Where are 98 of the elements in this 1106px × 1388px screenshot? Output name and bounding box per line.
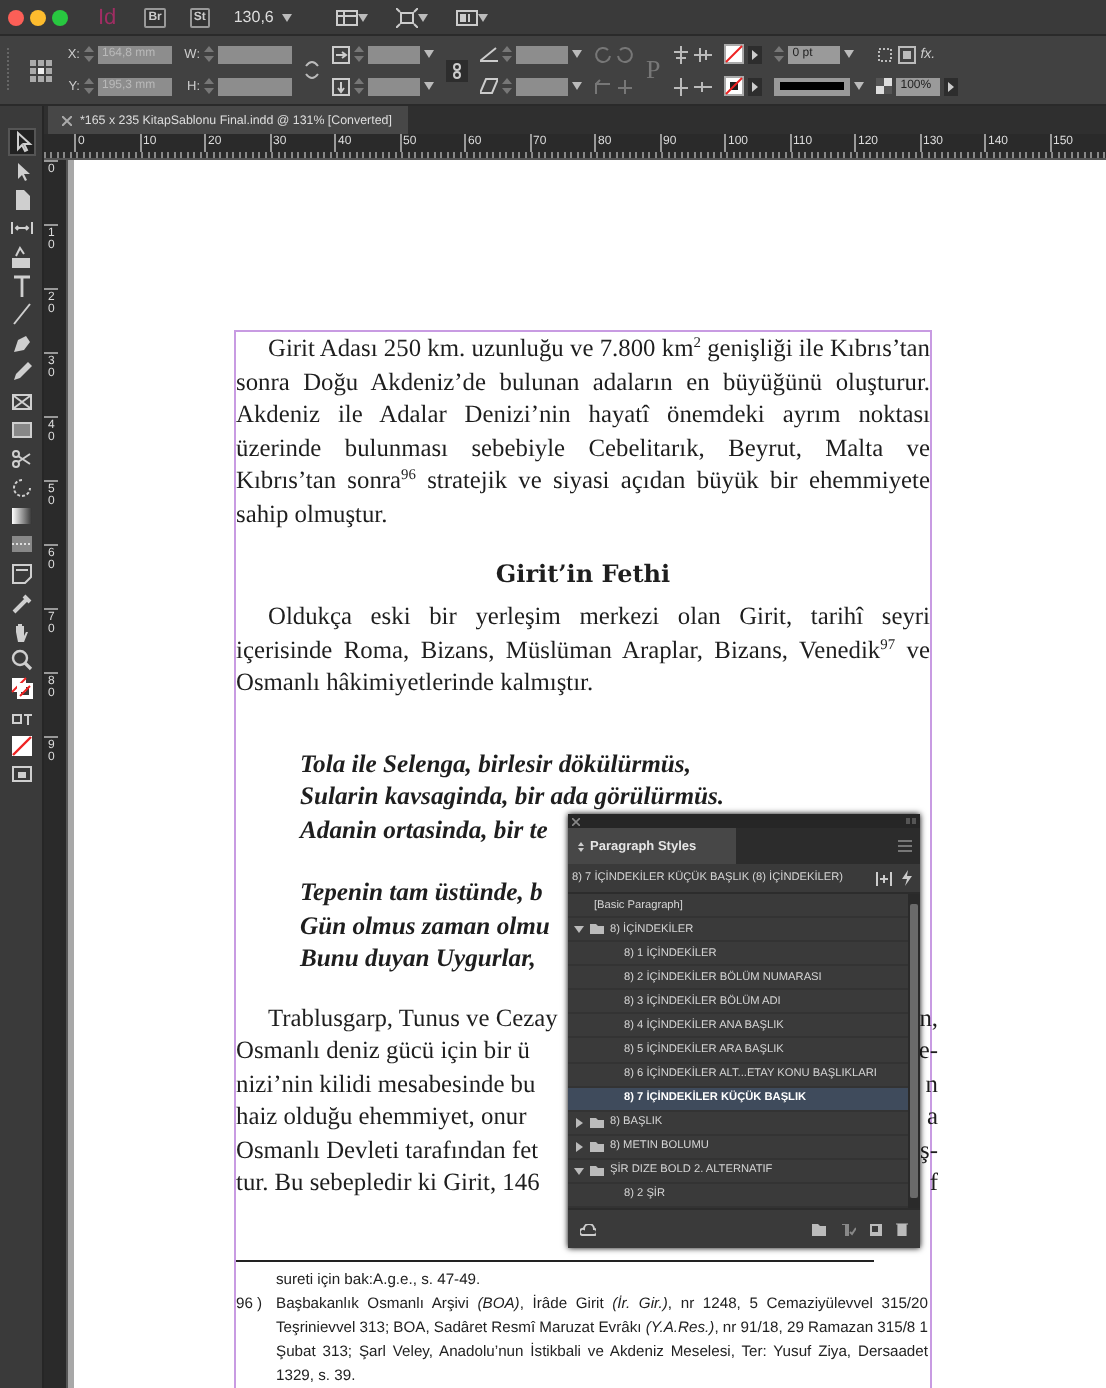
frame-icon[interactable] [9,389,33,414]
view-options-icon[interactable] [335,7,358,27]
fill-stroke-icon[interactable] [9,676,33,701]
panel-menu-icon[interactable] [898,840,912,852]
close-icon[interactable] [572,817,580,825]
clear-overrides-icon[interactable] [840,1223,856,1235]
expanded-icon[interactable] [574,924,584,935]
line-icon[interactable] [9,302,33,327]
flip-icon[interactable] [672,77,691,95]
caret-icon[interactable] [417,13,428,21]
shear-field[interactable] [516,77,568,95]
note-icon[interactable] [9,561,33,586]
scissors-icon[interactable] [9,446,33,471]
flip-icon[interactable] [672,45,691,63]
width-field[interactable] [218,45,292,63]
text-fragment: a [927,1100,938,1133]
caret-icon[interactable] [854,82,865,90]
verse-line: Gün olmus zaman olmu [300,909,550,942]
verse-line: Bunu duyan Uygurlar, [300,942,536,975]
screen-mode-icon[interactable] [9,762,33,787]
text-fragment: Trablusgarp, Tunus ve Cezay [268,1001,558,1034]
text-fragment: ş- [920,1133,938,1166]
gradient-icon[interactable] [9,504,33,529]
rectangle-icon[interactable] [9,417,33,442]
scale-x-field[interactable] [368,45,420,63]
arrow-button[interactable] [944,77,959,95]
verse-line: Adanin ortasinda, bir te [300,813,548,846]
arrow-button[interactable] [748,45,763,63]
new-override-icon[interactable] [876,871,892,885]
caret-icon[interactable] [477,13,488,21]
caret-icon[interactable] [572,50,582,58]
caret-icon[interactable] [844,50,855,58]
collector-icon[interactable] [9,245,33,270]
feather-icon[interactable] [9,532,33,557]
screen-mode-icon[interactable] [395,7,418,27]
stroke-style-field[interactable] [774,77,851,95]
collapsed-icon[interactable] [574,1117,584,1128]
arrow-button[interactable] [748,77,763,95]
reference-point-icon[interactable] [30,59,52,81]
close-icon[interactable] [62,115,72,125]
caret-icon[interactable] [357,13,368,21]
text-fragment: Osmanlı Devleti tarafından fet [236,1133,539,1166]
text-fragment: haiz olduğu ehemmiyet, onur [236,1100,527,1133]
scale-y-icon [332,77,350,95]
pencil-icon[interactable] [9,360,33,385]
cloud-icon[interactable] [580,1223,596,1235]
zoom-level[interactable]: 130,6 [233,8,274,26]
scale-x-icon [332,45,350,63]
shear-icon [480,78,498,94]
text-fragment: tur. Bu sebepledir ki Girit, 146 [236,1166,540,1199]
flip-icon[interactable] [694,45,713,63]
text-fragment: Osmanlı deniz gücü için bir ü [236,1034,530,1067]
stroke-swatch-icon[interactable] [724,76,745,96]
text-fragment: e- [918,1034,938,1067]
close-button[interactable] [8,9,24,25]
maximize-button[interactable] [52,9,68,25]
none-swatch-icon[interactable] [9,734,33,759]
section-heading: Girit’in Fethi [493,558,673,592]
folder-icon[interactable] [812,1223,826,1235]
scrollbar[interactable] [908,894,920,1208]
verse-line: Sularin kavsaginda, bir ada görülürmüs. [300,780,725,813]
folder-icon [590,924,604,935]
arrange-icon[interactable] [455,7,478,27]
rotation-field[interactable] [516,45,568,63]
tab-arrows-icon [578,841,584,851]
body-paragraph: Girit Adası 250 km. uzunluğu ve 7.800 km$^{2}$ genişliği ile Kıbrıs’tan sonra Doğu Akdeniz’de bulunan adaların en büyüğünü oluşturur. Akdeniz ile Adalar Denizi’nin hayatî önemdeki ayrım noktası üzerinde bulunması sebebiyle Cebelitarık, Beyrut, Malta ve Kıbrıs’tan sonra$^{96}$ stratejik ve siyasi açıdan büyük bir ehemmiyete sahip olmuştur. [236,332,930,530]
eyedropper-icon[interactable] [9,590,33,615]
delete-icon[interactable] [896,1222,908,1236]
angle-icon [480,46,498,62]
verse-line: Tepenin tam üstünde, b [300,876,543,909]
app-logo: Id [98,5,117,29]
text-fragment: n, [919,1001,938,1034]
verse-line: Tola ile Selenga, birlesir dökülürmüs, [300,747,691,780]
collapsed-icon[interactable] [574,1141,584,1152]
zoom-icon[interactable] [9,647,33,672]
expanded-icon[interactable] [574,1165,584,1176]
fill-swatch-icon[interactable] [724,44,745,64]
caret-icon[interactable] [281,13,292,21]
minimize-button[interactable] [30,9,46,25]
pointer-icon[interactable] [9,130,33,155]
pen-icon[interactable] [9,331,33,356]
opacity-icon [876,78,893,94]
text-fragment: n [925,1067,938,1100]
text-fragment: f [929,1166,938,1199]
scale-y-field[interactable] [368,77,420,95]
caret-icon[interactable] [424,50,434,58]
transform-icon[interactable] [9,475,33,500]
new-style-icon[interactable] [870,1223,882,1235]
text-fragment: nizi’nin kilidi mesabesinde bu [236,1067,536,1100]
constrain-icon[interactable] [446,59,468,81]
link-icon[interactable] [304,60,320,80]
body-paragraph: Oldukça eski bir yerleşim merkezi olan Girit, tarihî seyri içerisinde Roma, Bizans, Müslüman Araplar, Bizans, Venedik$^{97}$ ve Osmanlı hâkimiyetlerinde kalmıştır. [236,600,930,699]
caret-icon[interactable] [424,82,434,90]
type-icon[interactable] [9,274,33,299]
flip-icon[interactable] [694,77,713,95]
caret-icon[interactable] [572,82,582,90]
lightning-icon[interactable] [902,870,912,886]
height-field[interactable] [218,77,292,95]
